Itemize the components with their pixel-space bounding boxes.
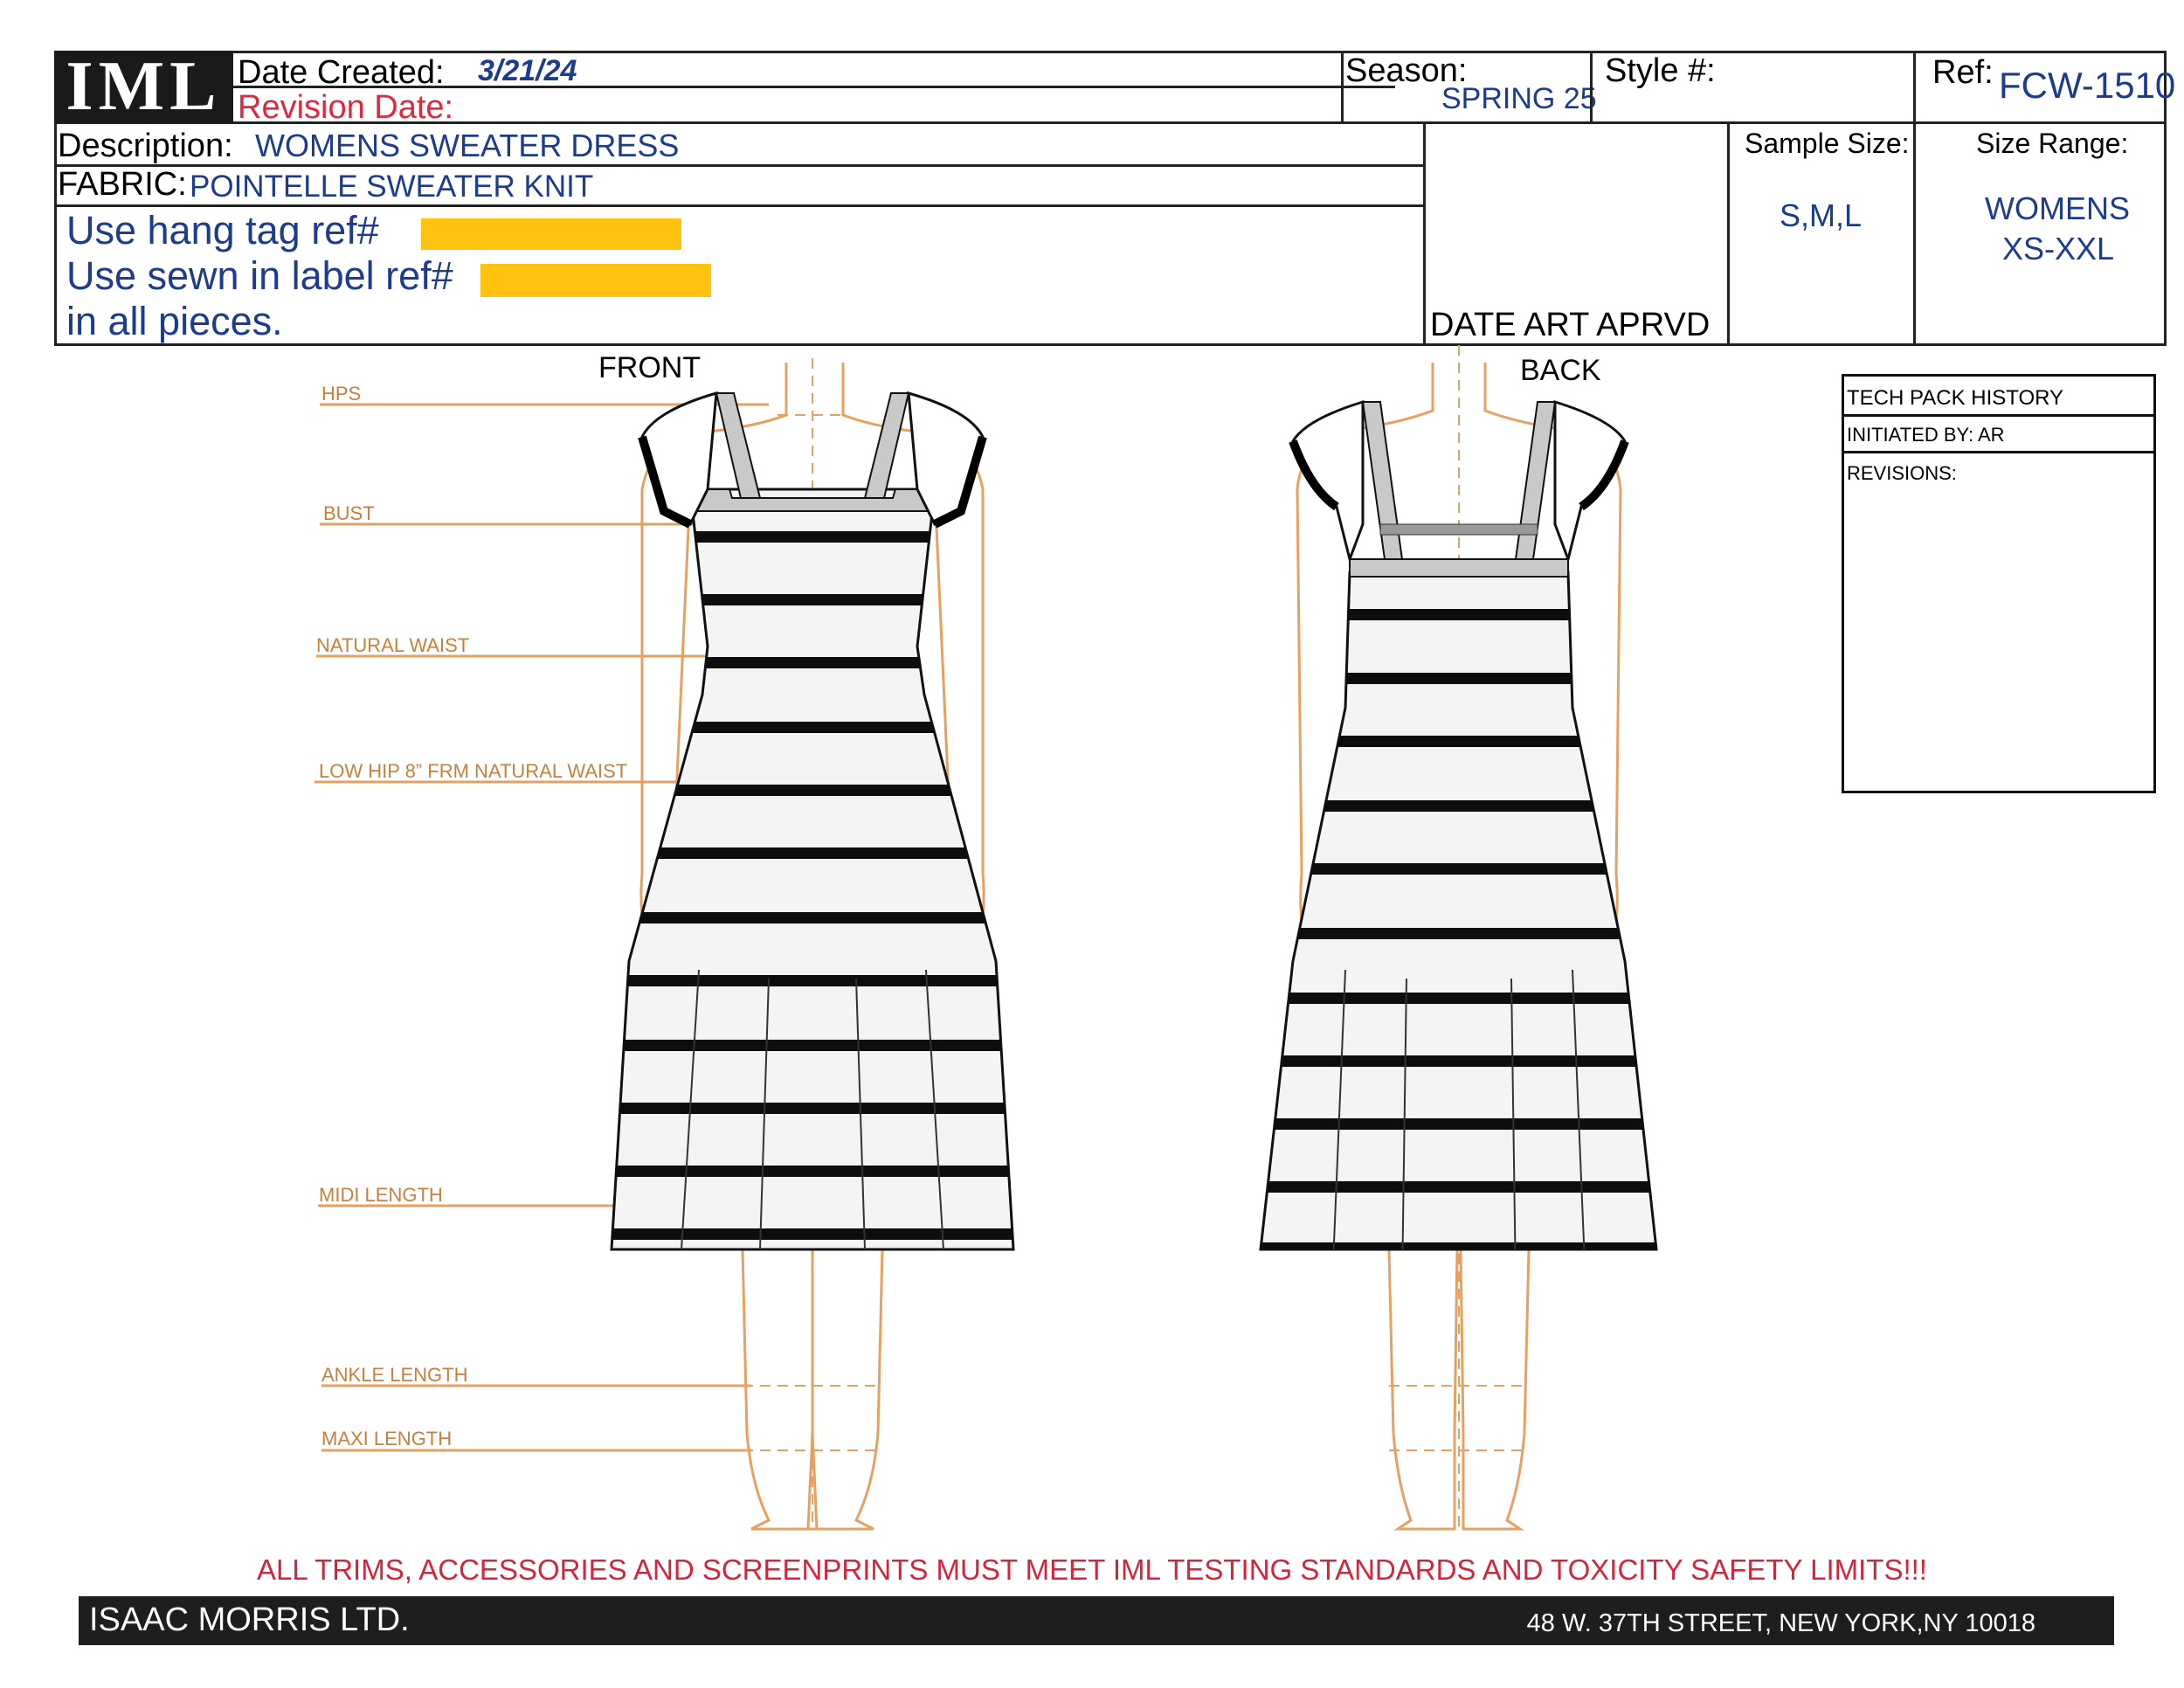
footer-address: 48 W. 37TH STREET, NEW YORK,NY 10018 (1526, 1609, 2035, 1637)
front-dress (610, 391, 1015, 1251)
flat-sketch (314, 345, 1658, 1531)
initiated-by: INITIATED BY: AR (1844, 417, 2153, 453)
footer-bar: ISAAC MORRIS LTD. 48 W. 37TH STREET, NEW… (79, 1596, 2114, 1645)
footer-company: ISAAC MORRIS LTD. (89, 1602, 410, 1638)
revisions-label: REVISIONS: (1847, 462, 1957, 484)
tech-pack-history-title: TECH PACK HISTORY (1844, 377, 2153, 417)
tech-pack-history-box: TECH PACK HISTORY INITIATED BY: AR REVIS… (1842, 374, 2156, 793)
back-dress (1259, 399, 1658, 1251)
safety-warning: ALL TRIMS, ACCESSORIES AND SCREENPRINTS … (257, 1553, 1927, 1586)
